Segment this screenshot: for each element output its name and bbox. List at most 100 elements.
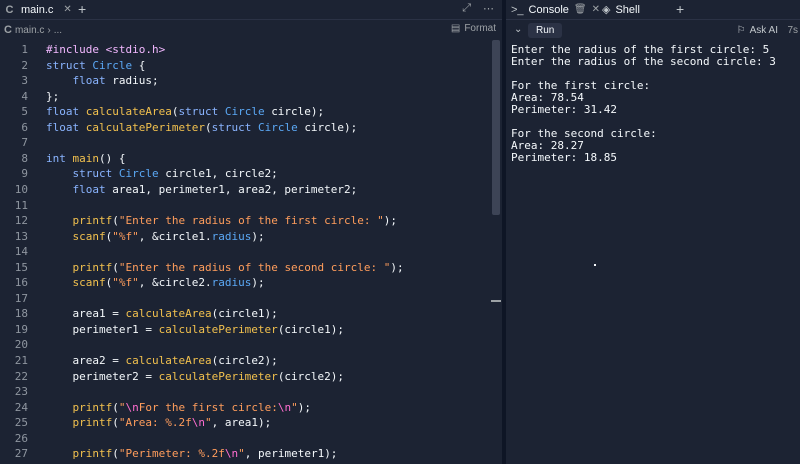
ask-ai-button[interactable]: ⚐ Ask AI bbox=[737, 25, 778, 36]
close-icon[interactable]: ✕ bbox=[592, 4, 600, 15]
code-token: perimeter1 = bbox=[46, 322, 159, 336]
code-line[interactable]: 3 float radius; bbox=[0, 73, 490, 89]
trash-icon[interactable]: 🗑 bbox=[574, 4, 587, 15]
code-line[interactable]: 22 perimeter2 = calculatePerimeter(circl… bbox=[0, 369, 490, 385]
line-number: 17 bbox=[14, 291, 28, 305]
code-line[interactable]: 10 float area1, perimeter1, area2, perim… bbox=[0, 182, 490, 198]
code-line[interactable]: 12 printf("Enter the radius of the first… bbox=[0, 213, 490, 229]
run-time: 7s bbox=[787, 25, 798, 36]
code-token: calculateArea bbox=[85, 105, 172, 119]
code-token: "Perimeter: %.2f bbox=[118, 447, 225, 461]
code-line[interactable]: 16 scanf("%f", &circle2.radius); bbox=[0, 275, 490, 291]
code-token: int bbox=[46, 151, 73, 165]
code-token: calculatePerimeter bbox=[158, 322, 278, 336]
code-line[interactable]: 5 float calculateArea(struct Circle circl… bbox=[0, 104, 490, 120]
tab-console[interactable]: >_ Console 🗑 ✕ bbox=[511, 0, 600, 19]
code-line[interactable]: 4}; bbox=[0, 89, 490, 105]
code-token: struct bbox=[46, 58, 93, 72]
code-token: "Enter the radius of the first circle: " bbox=[118, 214, 384, 228]
code-token: printf bbox=[72, 400, 113, 414]
code-area[interactable]: 1 #include <stdio.h> 2 struct Circle {3 flo… bbox=[0, 40, 502, 464]
code-token: ( bbox=[112, 260, 119, 274]
format-button[interactable]: ▤ Format bbox=[451, 23, 496, 34]
code-token: , area1); bbox=[211, 416, 272, 430]
ask-ai-icon: ⚐ bbox=[736, 25, 746, 36]
expand-icon[interactable]: ⤢ bbox=[462, 2, 471, 15]
code-token: struct bbox=[178, 105, 225, 119]
code-token: "%f" bbox=[112, 229, 139, 243]
line-number: 2 bbox=[21, 58, 28, 72]
code-line[interactable]: 13 scanf("%f", &circle1.radius); bbox=[0, 229, 490, 245]
code-token: float bbox=[72, 182, 113, 196]
line-number: 23 bbox=[14, 385, 28, 399]
code-line[interactable]: 6 float calculatePerimeter(struct Circle … bbox=[0, 120, 490, 136]
code-token: area2 = bbox=[46, 354, 126, 367]
code-token: (circle1); bbox=[211, 307, 278, 321]
code-line[interactable]: 26 bbox=[0, 431, 490, 447]
code-line[interactable]: 18 area1 = calculateArea(circle1); bbox=[0, 306, 490, 322]
code-line[interactable]: 27 printf("Perimeter: %.2f\n", perimeter… bbox=[0, 446, 490, 462]
code-line[interactable]: 25 printf("Area: %.2f\n", area1); bbox=[0, 415, 490, 431]
code-token: ( bbox=[112, 400, 119, 414]
code-line[interactable]: 2 struct Circle { bbox=[0, 58, 490, 74]
line-number: 8 bbox=[21, 151, 28, 165]
chevron-down-icon[interactable]: ⌄ bbox=[514, 24, 522, 35]
code-token: () { bbox=[99, 151, 126, 165]
code-token: { bbox=[132, 58, 146, 72]
code-line[interactable]: 20 bbox=[0, 337, 490, 353]
code-token: ); bbox=[390, 260, 404, 274]
code-line[interactable]: 8 int main() { bbox=[0, 151, 490, 167]
code-line[interactable]: 9 struct Circle circle1, circle2; bbox=[0, 166, 490, 182]
code-token: Circle bbox=[257, 120, 305, 134]
code-line[interactable]: 11 bbox=[0, 198, 490, 214]
code-line[interactable]: 21 area2 = calculateArea(circle2); bbox=[0, 353, 490, 369]
breadcrumb-more[interactable]: ... bbox=[54, 25, 62, 36]
code-token: perimeter2 = bbox=[46, 369, 159, 383]
code-token: printf bbox=[72, 260, 113, 274]
code-line[interactable]: 1 #include <stdio.h> bbox=[0, 42, 490, 58]
code-token: struct bbox=[211, 120, 258, 134]
code-line[interactable]: 19 perimeter1 = calculatePerimeter(circl… bbox=[0, 322, 490, 338]
code-token: ); bbox=[251, 229, 265, 243]
code-line[interactable]: 14 bbox=[0, 244, 490, 260]
plus-icon[interactable]: + bbox=[78, 1, 86, 17]
more-icon[interactable]: ⋯ bbox=[483, 2, 494, 15]
code-token: circle); bbox=[304, 120, 358, 134]
code-token: "%f" bbox=[112, 276, 139, 290]
code-token: " bbox=[118, 400, 126, 414]
c-file-icon: C bbox=[4, 24, 12, 36]
code-token: float bbox=[72, 74, 113, 88]
close-icon[interactable]: ✕ bbox=[63, 4, 71, 15]
line-number: 4 bbox=[21, 89, 28, 103]
code-token: ( bbox=[112, 416, 119, 430]
plus-icon[interactable]: + bbox=[676, 1, 684, 17]
line-number: 6 bbox=[21, 120, 28, 134]
code-line[interactable]: 24 printf("\nFor the first circle:\n"); bbox=[0, 400, 490, 416]
code-line[interactable]: 15 printf("Enter the radius of the secon… bbox=[0, 260, 490, 276]
code-line[interactable]: 7 bbox=[0, 135, 490, 151]
code-token: ); bbox=[383, 214, 398, 228]
line-number: 16 bbox=[14, 276, 28, 290]
tab-shell[interactable]: ◈ Shell bbox=[602, 0, 640, 19]
code-token: "Enter the radius of the second circle: … bbox=[118, 260, 391, 274]
code-token: \n bbox=[277, 400, 292, 414]
line-number: 25 bbox=[14, 416, 28, 430]
code-line[interactable]: 23 bbox=[0, 384, 490, 400]
code-line[interactable]: 17 bbox=[0, 291, 490, 307]
code-token: printf bbox=[72, 447, 113, 461]
code-token: " bbox=[204, 416, 212, 430]
breadcrumb-file[interactable]: main.c bbox=[15, 25, 44, 36]
code-token: }; bbox=[46, 89, 60, 103]
c-file-icon: C bbox=[5, 3, 14, 16]
line-number: 1 bbox=[21, 43, 28, 56]
run-button[interactable]: Run bbox=[528, 23, 563, 38]
code-token: (circle2); bbox=[211, 354, 278, 367]
editor-scrollbar[interactable] bbox=[492, 40, 500, 215]
tab-main-c[interactable]: C main.c ✕ bbox=[4, 0, 72, 19]
